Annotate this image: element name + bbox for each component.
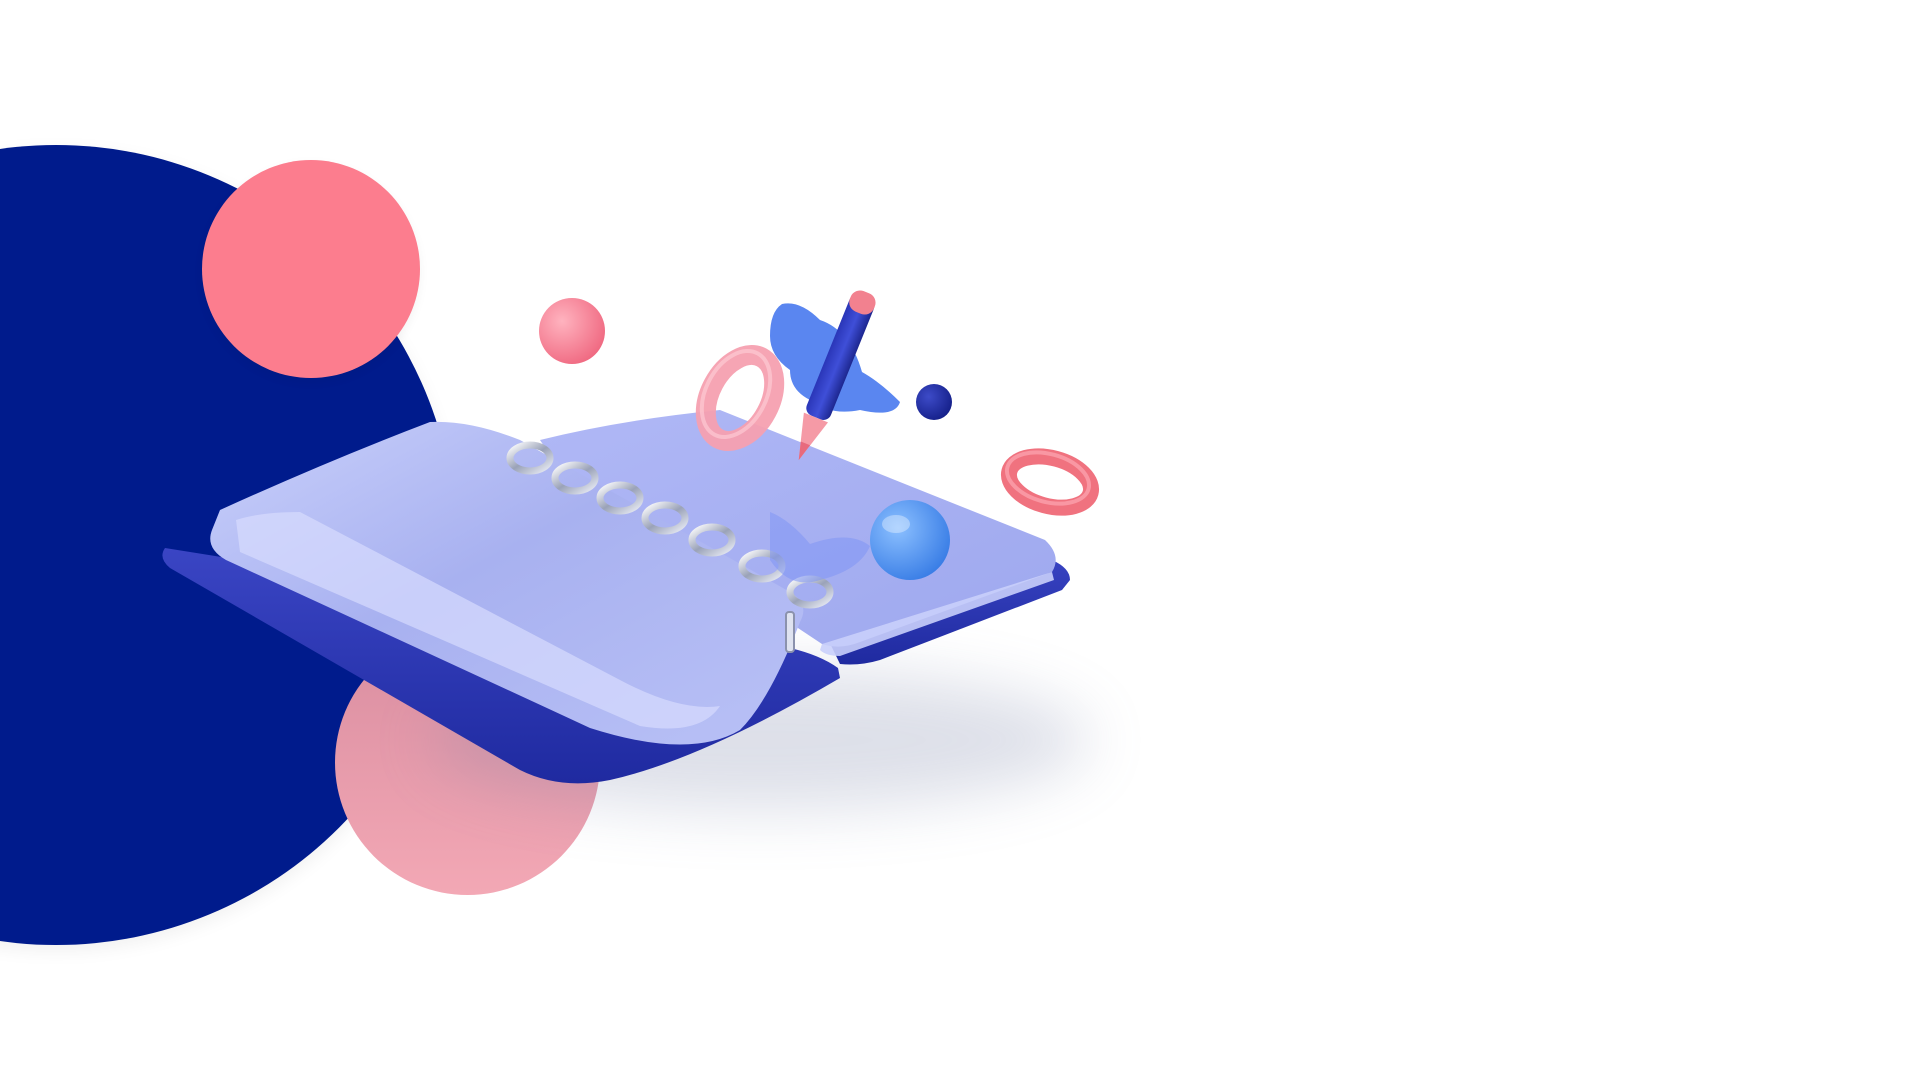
pink-ring-icon bbox=[1000, 448, 1100, 516]
blue-sphere-icon bbox=[870, 500, 950, 580]
pink-sphere-icon bbox=[539, 298, 605, 364]
navy-sphere-icon bbox=[916, 384, 952, 420]
binder-clasp bbox=[785, 611, 795, 653]
hero-illustration bbox=[0, 0, 1920, 1080]
pink-circle-decoration-top bbox=[202, 160, 420, 378]
blue-sphere-highlight bbox=[882, 515, 910, 533]
